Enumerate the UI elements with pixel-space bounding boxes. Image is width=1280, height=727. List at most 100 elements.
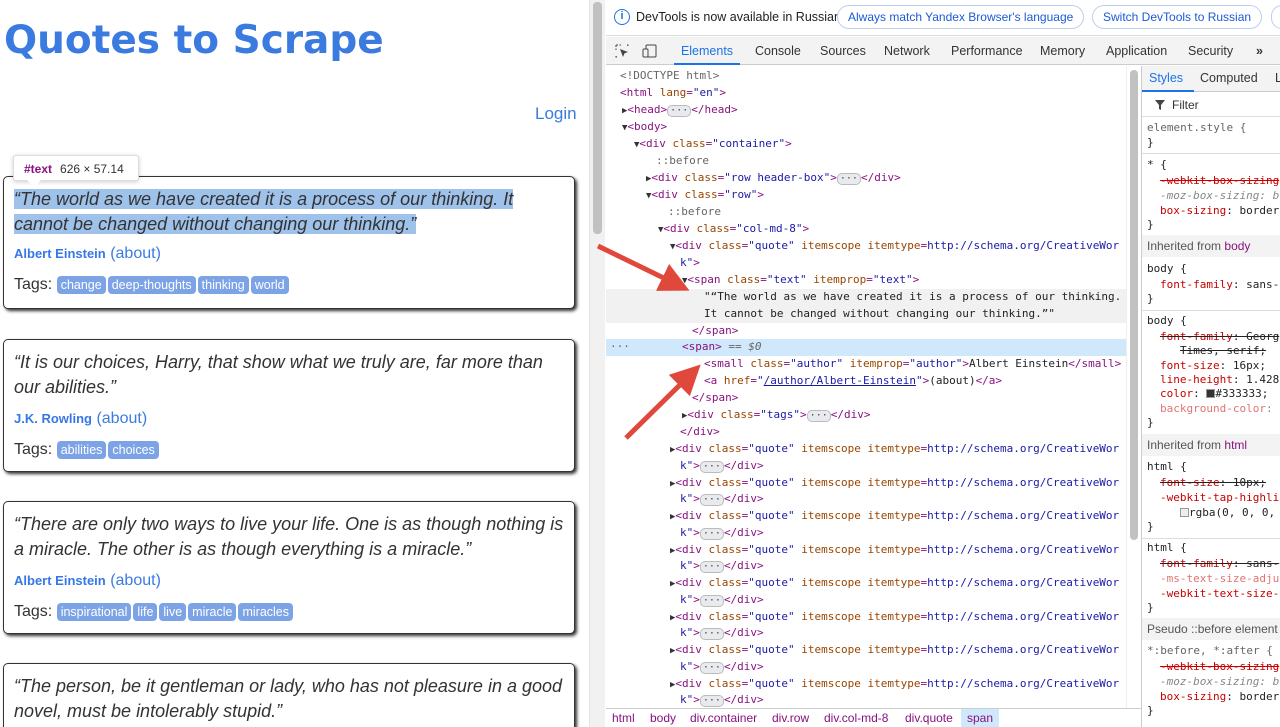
css-property[interactable]: line-height: 1.428 [1160,373,1279,388]
tag-link[interactable]: choices [108,441,159,459]
dom-node[interactable]: ▶<div class="quote" itemscope itemtype=h… [606,441,1126,458]
tab-application[interactable]: Application [1106,37,1167,65]
dom-node[interactable]: ▶<div class="quote" itemscope itemtype=h… [606,508,1126,525]
dom-node[interactable]: <a href="/author/Albert-Einstein">(about… [606,373,1126,390]
dom-text-node[interactable]: "“The world as we have created it is a p… [606,289,1126,306]
about-link[interactable]: (about) [110,572,161,589]
dom-text-node[interactable]: It cannot be changed without changing ou… [606,306,1126,323]
author-href-link[interactable]: /author/Albert-Einstein [764,374,916,387]
dom-node[interactable]: ▶<div class="quote" itemscope itemtype=h… [606,676,1126,693]
tag-link[interactable]: abilities [56,441,107,459]
tab-security[interactable]: Security [1188,37,1233,65]
tab-console[interactable]: Console [755,37,801,65]
dom-node[interactable]: ▼<div class="col-md-8"> [606,221,1126,238]
tag-link[interactable]: miracles [238,603,294,621]
breadcrumb-item[interactable]: div.quote [905,711,953,725]
css-property[interactable]: -webkit-tap-highli [1160,491,1279,506]
dom-node[interactable]: </span> [606,390,1126,407]
css-property[interactable]: background-color: [1160,402,1273,417]
tab-layout[interactable]: L [1275,71,1280,86]
switch-devtools-language-button[interactable]: Switch DevTools to Russian [1092,5,1263,29]
dom-node[interactable]: ▼<div class="row"> [606,187,1126,204]
infobar-extra-button[interactable] [1271,5,1280,29]
dom-node[interactable]: k"> ··· </div> [606,491,1126,508]
tab-styles[interactable]: Styles [1149,71,1183,86]
dom-node[interactable]: ▶<div class="quote" itemscope itemtype=h… [606,609,1126,626]
color-swatch[interactable] [1180,508,1189,517]
tab-sources[interactable]: Sources [820,37,866,65]
css-property[interactable]: font-family: sans- [1160,557,1279,572]
dom-node[interactable]: k"> ··· </div> [606,659,1126,676]
breadcrumb-item[interactable]: div.container [690,711,757,725]
css-property[interactable]: -moz-box-sizing: b [1160,189,1279,204]
css-property[interactable]: -webkit-text-size- [1160,587,1279,602]
dom-node[interactable]: k"> ··· </div> [606,692,1126,708]
dom-node[interactable]: k"> ··· </div> [606,558,1126,575]
tag-link[interactable]: inspirational [56,603,132,621]
inspect-element-icon[interactable] [614,43,630,59]
css-property[interactable]: font-family: Georg [1160,330,1279,345]
dom-node[interactable]: k"> ··· </div> [606,592,1126,609]
css-property[interactable]: box-sizing: border [1160,690,1279,705]
dom-node[interactable]: </div> [606,424,1126,441]
scrollbar-thumb[interactable] [1130,70,1138,540]
dom-node[interactable]: ▶<head> ··· </head> [606,102,1126,119]
css-property[interactable]: font-size: 10px; [1160,476,1266,491]
tag-link[interactable]: live [159,603,187,621]
tag-link[interactable]: world [250,276,289,294]
dom-node[interactable]: ▼<body> [606,119,1126,136]
more-tabs-button[interactable]: » [1256,37,1263,65]
breadcrumb-item[interactable]: body [650,711,676,725]
tab-network[interactable]: Network [884,37,930,65]
tab-performance[interactable]: Performance [951,37,1023,65]
dom-node[interactable]: ▼<div class="container"> [606,136,1126,153]
tag-link[interactable]: miracle [188,603,237,621]
tab-memory[interactable]: Memory [1040,37,1085,65]
dom-node[interactable]: k"> ··· </div> [606,625,1126,642]
tag-link[interactable]: deep-thoughts [107,276,196,294]
dom-node[interactable]: k"> ··· </div> [606,525,1126,542]
tag-link[interactable]: thinking [197,276,249,294]
dom-node[interactable]: <!DOCTYPE html> [606,68,1126,85]
dom-node[interactable]: k"> [606,255,1126,272]
tag-link[interactable]: change [56,276,106,294]
css-property[interactable]: font-size: 16px; [1160,359,1266,374]
dom-node[interactable]: <html lang="en"> [606,85,1126,102]
dom-node[interactable]: ::before [606,204,1126,221]
dom-node[interactable]: </span> [606,323,1126,340]
styles-filter[interactable]: Filter [1142,93,1280,117]
scrollbar-thumb[interactable] [593,2,602,234]
dom-node[interactable]: ▼<span class="text" itemprop="text"> [606,272,1126,289]
site-title[interactable]: Quotes to Scrape [4,18,384,63]
about-link[interactable]: (about) [96,410,147,427]
dom-node[interactable]: ::before [606,153,1126,170]
page-scrollbar[interactable] [589,0,605,727]
dom-node[interactable]: ▶<div class="quote" itemscope itemtype=h… [606,542,1126,559]
always-match-language-button[interactable]: Always match Yandex Browser's language [837,5,1085,29]
dom-node[interactable]: ▼<div class="quote" itemscope itemtype=h… [606,238,1126,255]
css-property[interactable]: -moz-box-sizing: b [1160,675,1279,690]
dom-node[interactable]: ▶<div class="quote" itemscope itemtype=h… [606,475,1126,492]
dom-node[interactable]: ▶<div class="tags"> ··· </div> [606,407,1126,424]
dom-node[interactable]: ▶<div class="row header-box"> ··· </div> [606,170,1126,187]
breadcrumb-item-active[interactable]: span [961,709,1000,727]
tab-elements[interactable]: Elements [674,37,740,65]
dom-node[interactable]: ▶<div class="quote" itemscope itemtype=h… [606,575,1126,592]
dom-node[interactable]: <small class="author" itemprop="author">… [606,356,1126,373]
breadcrumb-item[interactable]: div.row [772,711,809,725]
css-property[interactable]: -webkit-box-sizing [1160,660,1279,675]
css-property[interactable]: color: #333333; [1160,387,1268,402]
dom-node[interactable]: k"> ··· </div> [606,458,1126,475]
css-property[interactable]: box-sizing: border [1160,204,1279,219]
about-link[interactable]: (about) [110,245,161,262]
tag-link[interactable]: life [133,603,158,621]
css-property[interactable]: -ms-text-size-adju [1160,572,1279,587]
tab-computed[interactable]: Computed [1200,71,1258,86]
css-property[interactable]: -webkit-box-sizing [1160,174,1279,189]
node-actions-icon[interactable]: ··· [610,339,630,356]
device-toolbar-icon[interactable] [642,43,658,59]
elements-scrollbar[interactable] [1126,66,1141,708]
dom-node-selected[interactable]: <span> == $0 [606,339,1126,356]
login-link[interactable]: Login [535,104,577,124]
css-property[interactable]: font-family: sans- [1160,278,1279,293]
